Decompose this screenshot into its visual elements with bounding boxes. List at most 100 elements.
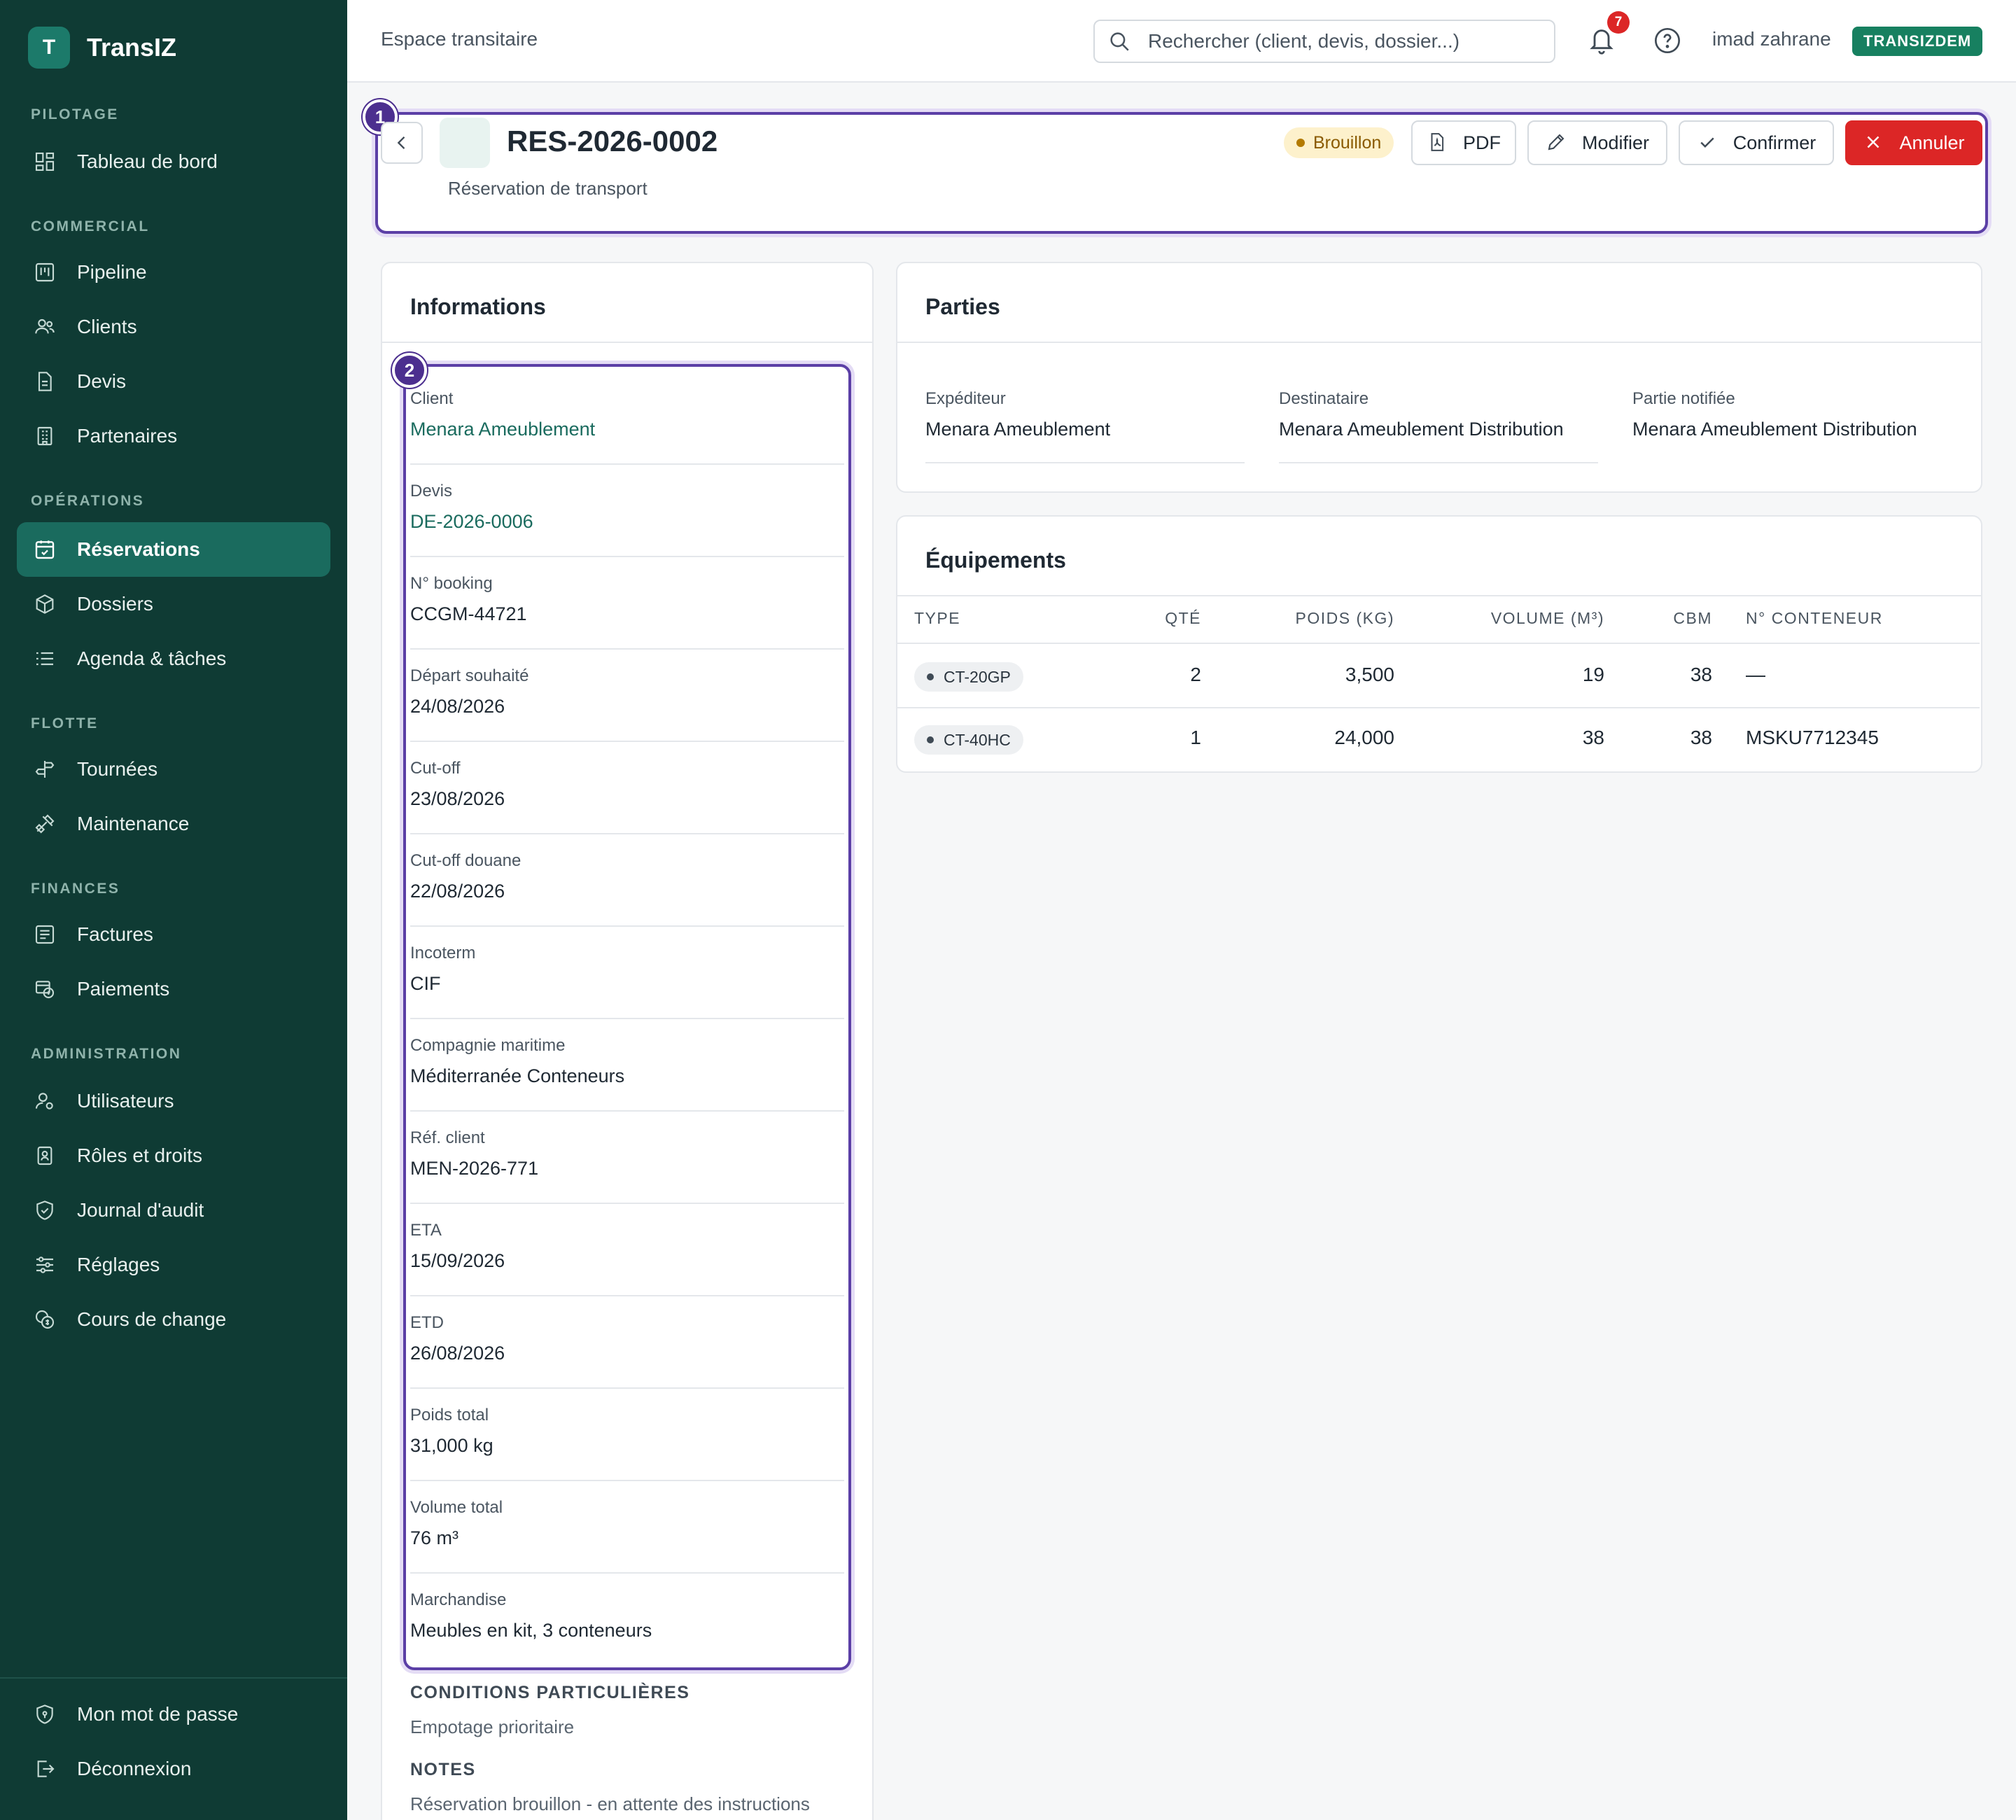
close-icon: [1863, 132, 1885, 154]
users-icon: [32, 314, 57, 340]
sidebar-item-utilisateurs[interactable]: Utilisateurs: [17, 1074, 330, 1128]
party-expediteur: Expéditeur Menara Ameublement: [925, 378, 1245, 463]
notes-heading: NOTES: [410, 1760, 476, 1779]
search-input[interactable]: Rechercher (client, devis, dossier...): [1093, 20, 1555, 63]
field-incoterm: Incoterm CIF: [410, 927, 844, 1019]
column-header-weight[interactable]: POIDS (KG): [1246, 609, 1394, 628]
party-value: Menara Ameublement Distribution: [1632, 419, 1917, 440]
field-value: 24/08/2026: [410, 696, 505, 717]
sidebar-item-audit[interactable]: Journal d'audit: [17, 1183, 330, 1238]
client-link[interactable]: Menara Ameublement: [410, 419, 595, 440]
back-button[interactable]: [381, 122, 423, 164]
field-label: Incoterm: [410, 944, 476, 962]
notes-text: Réservation brouillon - en attente des i…: [410, 1793, 810, 1814]
tenant-badge: TRANSIZDEM: [1852, 27, 1983, 56]
cell-qty: 1: [1190, 727, 1201, 748]
column-header-container[interactable]: N° CONTENEUR: [1746, 609, 1883, 628]
edit-button[interactable]: Modifier: [1527, 120, 1667, 165]
building-icon: [32, 424, 57, 449]
status-badge: Brouillon: [1284, 127, 1394, 158]
chip-label: CT-40HC: [944, 730, 1011, 749]
column-header-type[interactable]: TYPE: [914, 609, 960, 628]
field-marchandise: Marchandise Meubles en kit, 3 conteneurs: [410, 1574, 844, 1666]
pdf-button[interactable]: PDF: [1411, 120, 1516, 165]
sidebar-item-password[interactable]: Mon mot de passe: [17, 1687, 330, 1742]
sidebar-item-logout[interactable]: Déconnexion: [17, 1742, 330, 1796]
user-name[interactable]: imad zahrane: [1712, 28, 1831, 50]
cell-weight: 3,500: [1345, 664, 1394, 685]
field-label: Poids total: [410, 1406, 489, 1424]
sidebar-item-change[interactable]: Cours de change: [17, 1292, 330, 1347]
brand[interactable]: T TransIZ: [28, 27, 176, 69]
sidebar-item-partenaires[interactable]: Partenaires: [17, 409, 330, 463]
column-header-volume[interactable]: VOLUME (M³): [1442, 609, 1604, 628]
sidebar-item-clients[interactable]: Clients: [17, 300, 330, 354]
field-volume: Volume total 76 m³: [410, 1481, 844, 1574]
cell-container: MSKU7712345: [1746, 727, 1879, 748]
field-label: Volume total: [410, 1498, 503, 1517]
status-label: Brouillon: [1313, 132, 1382, 153]
sidebar-item-devis[interactable]: Devis: [17, 354, 330, 409]
parties-title: Parties: [925, 294, 1000, 319]
column-header-qty[interactable]: QTÉ: [1120, 609, 1201, 628]
party-destinataire: Destinataire Menara Ameublement Distribu…: [1279, 378, 1598, 463]
edit-button-label: Modifier: [1581, 132, 1650, 153]
field-value: 76 m³: [410, 1527, 459, 1548]
help-icon[interactable]: [1653, 27, 1681, 55]
field-value: 26/08/2026: [410, 1343, 505, 1364]
table-row-divider: [897, 707, 1980, 708]
column-header-cbm[interactable]: CBM: [1631, 609, 1712, 628]
sliders-icon: [32, 1252, 57, 1278]
party-value: Menara Ameublement: [925, 419, 1111, 440]
sidebar-item-paiements[interactable]: Paiements: [17, 962, 330, 1016]
sidebar-item-pipeline[interactable]: Pipeline: [17, 245, 330, 300]
sidebar-item-label: Tournées: [77, 758, 158, 780]
sidebar-item-roles[interactable]: Rôles et droits: [17, 1128, 330, 1183]
cell-volume: 19: [1582, 664, 1604, 685]
calendar-check-icon: [32, 537, 57, 562]
sidebar-item-label: Devis: [77, 370, 127, 392]
party-label: Destinataire: [1279, 389, 1369, 408]
field-devis: Devis DE-2026-0006: [410, 465, 844, 557]
confirm-button-label: Confirmer: [1732, 132, 1816, 153]
field-etd: ETD 26/08/2026: [410, 1296, 844, 1389]
container-type-chip: CT-20GP: [914, 662, 1023, 692]
signpost-icon: [32, 757, 57, 782]
nav-section-finances: FINANCES: [31, 881, 120, 897]
sidebar-item-reglages[interactable]: Réglages: [17, 1238, 330, 1292]
devis-link[interactable]: DE-2026-0006: [410, 511, 533, 533]
sidebar-item-maintenance[interactable]: Maintenance: [17, 797, 330, 851]
field-value: MEN-2026-771: [410, 1158, 539, 1179]
field-label: Client: [410, 389, 454, 408]
chip-dot-icon: [927, 736, 934, 743]
shield-check-icon: [32, 1198, 57, 1223]
sidebar-item-tournees[interactable]: Tournées: [17, 742, 330, 797]
container-type-chip: CT-40HC: [914, 725, 1023, 755]
field-label: ETA: [410, 1221, 442, 1240]
cancel-button[interactable]: Annuler: [1845, 120, 1982, 165]
field-client: Client Menara Ameublement: [410, 372, 844, 465]
sidebar-item-reservations[interactable]: Réservations: [17, 522, 330, 577]
sidebar-item-label: Agenda & tâches: [77, 648, 227, 669]
field-cutoff: Cut-off 23/08/2026: [410, 742, 844, 834]
sidebar-item-agenda[interactable]: Agenda & tâches: [17, 631, 330, 686]
topbar: Espace transitaire Rechercher (client, d…: [347, 0, 2016, 83]
card-divider: [382, 342, 872, 343]
sidebar-item-factures[interactable]: Factures: [17, 907, 330, 962]
cell-weight: 24,000: [1334, 727, 1394, 748]
sidebar-item-label: Réglages: [77, 1254, 160, 1275]
file-pdf-icon: [1427, 132, 1449, 154]
package-icon: [32, 592, 57, 617]
field-value: 15/09/2026: [410, 1250, 505, 1271]
card-divider: [897, 595, 1981, 596]
confirm-button[interactable]: Confirmer: [1679, 120, 1834, 165]
id-badge-icon: [32, 1143, 57, 1168]
field-value: CIF: [410, 973, 441, 994]
field-value: CCGM-44721: [410, 603, 527, 624]
party-label: Partie notifiée: [1632, 389, 1735, 408]
sidebar-item-dossiers[interactable]: Dossiers: [17, 577, 330, 631]
sidebar-item-label: Déconnexion: [77, 1758, 192, 1779]
field-value: 23/08/2026: [410, 788, 505, 809]
sidebar-item-dashboard[interactable]: Tableau de bord: [17, 134, 330, 189]
table-header-divider: [897, 643, 1980, 644]
